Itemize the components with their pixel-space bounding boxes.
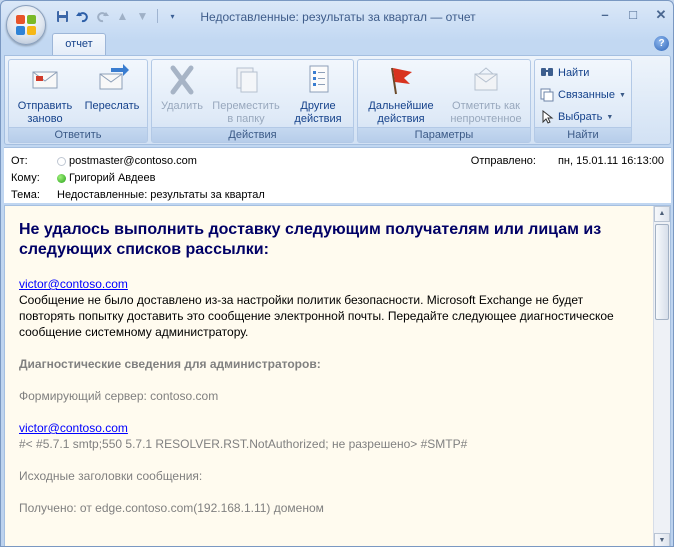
minimize-icon[interactable]: – [597, 7, 613, 23]
find-icon [540, 66, 554, 80]
window-controls: – □ ✕ [597, 7, 669, 23]
related-label: Связанные [558, 89, 615, 101]
close-icon[interactable]: ✕ [653, 7, 669, 23]
presence-online-icon [57, 173, 66, 183]
delete-button: Удалить [156, 64, 208, 113]
related-icon [540, 88, 554, 102]
office-button[interactable] [6, 5, 46, 45]
other-actions-label: Другие действия [294, 100, 342, 125]
diag-code: #< #5.7.1 smtp;550 5.7.1 RESOLVER.RST.No… [19, 437, 468, 451]
find-label: Найти [558, 67, 590, 79]
scroll-up-icon[interactable]: ▲ [654, 206, 670, 222]
sent-label: Отправлено: [470, 155, 536, 167]
diag-heading: Диагностические сведения для администрат… [19, 357, 321, 371]
other-actions-icon [301, 64, 335, 96]
resend-button[interactable]: Отправить заново [13, 64, 77, 126]
redo-icon [94, 8, 111, 25]
help-icon[interactable]: ? [654, 36, 669, 51]
ribbon-group-label: Действия [152, 127, 353, 142]
subject-row: Тема: Недоставленные: результаты за квар… [11, 187, 265, 203]
sent-info: Отправлено: пн, 15.01.11 16:13:00 [471, 155, 664, 167]
follow-up-flag-icon [384, 64, 418, 96]
to-value[interactable]: Григорий Авдеев [69, 172, 156, 184]
forward-icon [95, 64, 129, 96]
generating-server: Формирующий сервер: contoso.com [19, 389, 219, 403]
diag-link[interactable]: victor@contoso.com [19, 421, 128, 435]
down-arrow-icon: ▼ [136, 9, 149, 23]
scroll-thumb[interactable] [655, 224, 669, 320]
subject-label: Тема: [11, 189, 40, 201]
vertical-scrollbar[interactable]: ▲ ▼ [653, 206, 670, 546]
message-content: Не удалось выполнить доставку следующим … [19, 214, 641, 516]
original-headers-label: Исходные заголовки сообщения: [19, 469, 203, 483]
recipient-link[interactable]: victor@contoso.com [19, 277, 128, 291]
mark-unread-button: Отметить как непрочтенное [444, 64, 528, 126]
forward-button[interactable]: Переслать [79, 64, 145, 113]
ribbon-group-actions: Удалить Переместить в папку ▼ Другие дей… [151, 59, 354, 143]
move-to-folder-icon [229, 64, 263, 96]
recipient-link-row: victor@contoso.com [19, 276, 641, 292]
up-arrow-icon: ▲ [116, 9, 129, 23]
save-icon[interactable] [54, 8, 71, 25]
quick-access-toolbar: ▲ ▼ ▾ [54, 7, 181, 25]
outlook-message-window: Недоставленные: результаты за квартал — … [0, 0, 674, 547]
ribbon-group-respond: Отправить заново Переслать Ответить [8, 59, 148, 143]
resend-button-label: Отправить заново [17, 100, 73, 125]
ribbon-group-label: Найти [535, 127, 631, 142]
tab-report[interactable]: отчет [52, 33, 106, 56]
from-value[interactable]: postmaster@contoso.com [69, 155, 197, 167]
select-label: Выбрать [558, 111, 603, 123]
dropdown-arrow-icon: ▼ [606, 113, 614, 121]
title-bar: Недоставленные: результаты за квартал — … [1, 1, 673, 33]
find-button[interactable]: Найти [540, 63, 589, 83]
to-label: Кому: [11, 172, 40, 184]
maximize-icon[interactable]: □ [625, 7, 641, 23]
select-icon [540, 109, 554, 124]
diag-link-row: victor@contoso.com [19, 420, 641, 436]
ribbon-group-label: Ответить [9, 127, 147, 142]
move-to-folder-label: Переместить в папку [212, 100, 280, 125]
presence-unknown-icon [57, 156, 66, 166]
follow-up-label: Дальнейшие действия [368, 100, 434, 125]
related-button[interactable]: Связанные ▼ [540, 85, 626, 105]
mark-unread-label: Отметить как непрочтенное [450, 100, 522, 125]
mark-unread-icon [469, 64, 503, 96]
ribbon-group-find: Найти Связанные ▼ Выбрать ▼ Найти [534, 59, 632, 143]
subject-value: Недоставленные: результаты за квартал [57, 189, 265, 201]
from-row: От: postmaster@contoso.com [11, 153, 197, 169]
dropdown-arrow-icon: ▼ [618, 91, 626, 99]
from-label: От: [11, 155, 28, 167]
message-header: От: postmaster@contoso.com Отправлено: п… [4, 147, 671, 203]
sent-value: пн, 15.01.11 16:13:00 [557, 155, 664, 167]
delete-button-label: Удалить [161, 100, 203, 112]
scroll-down-icon[interactable]: ▼ [654, 533, 670, 546]
ribbon-group-label: Параметры [358, 127, 530, 142]
ribbon: Отправить заново Переслать Ответить Удал… [4, 55, 671, 145]
office-button-icon [16, 15, 36, 35]
ribbon-group-options: Дальнейшие действия ▼ Отметить как непро… [357, 59, 531, 143]
received-line: Получено: от edge.contoso.com(192.168.1.… [19, 501, 324, 515]
select-button[interactable]: Выбрать ▼ [540, 107, 613, 127]
ndr-heading: Не удалось выполнить доставку следующим … [19, 221, 602, 258]
ribbon-tab-row: отчет ? [1, 33, 673, 56]
explanation-text: Сообщение не было доставлено из-за настр… [19, 293, 614, 339]
message-body[interactable]: Не удалось выполнить доставку следующим … [4, 205, 671, 546]
customize-qat-icon[interactable]: ▾ [164, 8, 181, 25]
forward-button-label: Переслать [84, 100, 140, 112]
to-row: Кому: Григорий Авдеев [11, 170, 156, 186]
qat-separator [157, 9, 158, 23]
resend-icon [28, 64, 62, 96]
delete-icon [165, 64, 199, 96]
undo-icon[interactable] [74, 8, 91, 25]
